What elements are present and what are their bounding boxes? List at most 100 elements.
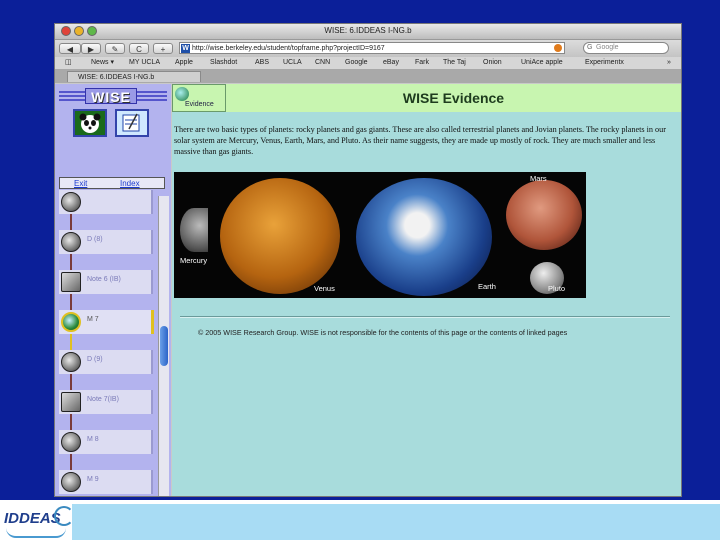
step-label: Note 6 (IB) <box>87 276 121 283</box>
step-item[interactable]: M 9 <box>59 470 153 494</box>
title-bar: WISE: 6.IDDEAS I-NG.b <box>55 24 681 40</box>
window-title: WISE: 6.IDDEAS I-NG.b <box>324 26 412 35</box>
forward-button[interactable]: ▶ <box>81 43 101 54</box>
earth-planet <box>356 178 492 296</box>
venus-planet <box>220 178 340 294</box>
wise-logo: WISE <box>59 88 167 105</box>
panda-icon[interactable] <box>73 109 107 137</box>
bookmark-item[interactable]: Onion <box>483 57 502 69</box>
bookmarks-book-icon[interactable]: ◫ <box>65 57 72 69</box>
evidence-tab-label: Evidence <box>185 101 214 108</box>
iddeas-logo: IDDEAS <box>2 504 74 540</box>
step-item-active[interactable]: M 7 <box>59 310 154 334</box>
step-item[interactable]: Note 6 (IB) <box>59 270 153 294</box>
search-input[interactable]: G Google <box>583 42 669 54</box>
step-connector <box>70 294 72 310</box>
logo-underline-icon <box>6 528 66 538</box>
evidence-header: WISE Evidence <box>226 84 681 112</box>
bookmarks-bar: ◫ News ▾ MY UCLA Apple Slashdot ABS UCLA… <box>55 57 681 70</box>
footer-divider <box>180 316 670 318</box>
step-item[interactable]: D (9) <box>59 350 153 374</box>
step-label: M 9 <box>87 476 99 483</box>
evidence-tab[interactable]: Evidence <box>172 84 226 112</box>
evidence-body-text: There are two basic types of planets: ro… <box>174 125 666 156</box>
pluto-label: Pluto <box>548 284 566 293</box>
address-bar-text: http://wise.berkeley.edu/student/topfram… <box>192 45 385 52</box>
step-connector <box>70 214 72 230</box>
bookmarks-overflow-icon[interactable]: » <box>667 57 671 69</box>
note-icon <box>61 392 81 412</box>
step-label: D (8) <box>87 236 103 243</box>
step-label: D (9) <box>87 356 103 363</box>
edit-icon[interactable]: ✎ <box>105 43 125 54</box>
bookmark-item[interactable]: The Taj <box>443 57 466 69</box>
browser-toolbar: ◀ ▶ ✎ C + W http://wise.berkeley.edu/stu… <box>55 40 681 57</box>
notes-icon-graphic <box>117 111 147 135</box>
bookmark-item[interactable]: Experimentx <box>585 57 624 69</box>
bookmark-item[interactable]: ABS <box>255 57 269 69</box>
bookmark-item[interactable]: eBay <box>383 57 399 69</box>
browser-window: WISE: 6.IDDEAS I-NG.b ◀ ▶ ✎ C + W http:/… <box>54 23 682 497</box>
step-list: D (8) Note 6 (IB) M 7 D (9) Note 7(IB) M… <box>55 190 171 496</box>
back-button[interactable]: ◀ <box>59 43 81 54</box>
step-item[interactable] <box>59 190 153 214</box>
navigation-sidebar: WISE Exit Index D (8) Note 6 (IB) M 7 D … <box>55 84 171 496</box>
step-label: M 8 <box>87 436 99 443</box>
bookmark-item[interactable]: Apple <box>175 57 193 69</box>
mars-label: Mars <box>530 174 547 183</box>
globe-icon <box>61 232 81 252</box>
bookmark-item[interactable]: Slashdot <box>210 57 237 69</box>
rss-icon[interactable] <box>554 44 562 52</box>
search-placeholder: Google <box>596 44 619 51</box>
step-connector <box>70 414 72 430</box>
index-link[interactable]: Index <box>120 178 140 190</box>
note-icon <box>61 272 81 292</box>
step-connector <box>70 454 72 470</box>
globe-icon <box>61 192 81 212</box>
address-bar[interactable]: W http://wise.berkeley.edu/student/topfr… <box>179 42 565 54</box>
evidence-content: Evidence WISE Evidence There are two bas… <box>172 84 681 496</box>
page-title: WISE Evidence <box>402 90 505 106</box>
tab-bar: WISE: 6.IDDEAS I-NG.b <box>55 70 681 83</box>
bookmark-item[interactable]: Fark <box>415 57 429 69</box>
search-engine-icon: G <box>587 44 593 51</box>
globe-icon <box>61 352 81 372</box>
step-connector <box>70 334 72 350</box>
exit-link[interactable]: Exit <box>74 178 87 190</box>
panda-icon-graphic <box>75 111 105 135</box>
bookmark-item[interactable]: News ▾ <box>91 57 114 69</box>
bookmark-item[interactable]: UCLA <box>283 57 302 69</box>
copyright-footer: © 2005 WISE Research Group. WISE is not … <box>198 328 568 337</box>
logo-swirl-icon <box>54 506 74 526</box>
earth-label: Earth <box>478 282 496 291</box>
mercury-planet <box>180 208 208 252</box>
globe-icon <box>175 87 189 101</box>
sidebar-scrollbar[interactable] <box>158 196 169 496</box>
bookmark-item[interactable]: CNN <box>315 57 330 69</box>
globe-icon <box>61 432 81 452</box>
step-label: Note 7(IB) <box>87 396 119 403</box>
step-item[interactable]: M 8 <box>59 430 153 454</box>
step-connector <box>70 374 72 390</box>
venus-label: Venus <box>314 284 335 293</box>
mercury-label: Mercury <box>180 256 208 265</box>
iddeas-logo-text: IDDEAS <box>4 510 61 527</box>
sidebar-scroll-thumb[interactable] <box>160 326 168 366</box>
step-item[interactable]: D (8) <box>59 230 153 254</box>
exit-index-bar: Exit Index <box>59 177 165 189</box>
globe-icon <box>61 472 81 492</box>
reload-button[interactable]: C <box>129 43 149 54</box>
bookmark-item[interactable]: MY UCLA <box>129 57 160 69</box>
globe-icon <box>61 312 81 332</box>
wise-logo-text: WISE <box>85 88 137 105</box>
tab-wise[interactable]: WISE: 6.IDDEAS I-NG.b <box>67 71 201 82</box>
bookmark-item[interactable]: Google <box>345 57 368 69</box>
step-item[interactable]: Note 7(IB) <box>59 390 153 414</box>
mars-planet <box>506 180 582 250</box>
bookmark-item[interactable]: UniAce apple <box>521 57 563 69</box>
planets-image: Mercury Venus Earth Mars Pluto <box>174 172 586 298</box>
notes-icon[interactable] <box>115 109 149 137</box>
step-connector <box>70 254 72 270</box>
slide-footer-accent <box>72 504 720 540</box>
add-bookmark-button[interactable]: + <box>153 43 173 54</box>
